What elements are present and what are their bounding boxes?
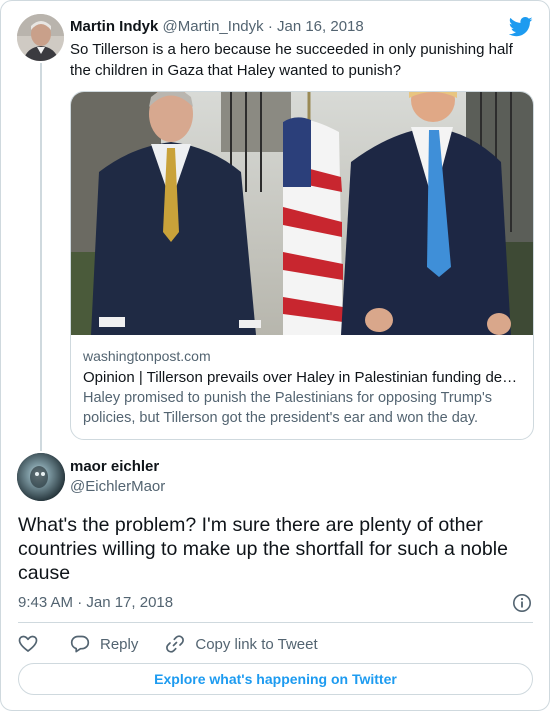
- link-description: Haley promised to punish the Palestinian…: [83, 390, 492, 426]
- thread-connector-line: [40, 63, 42, 451]
- link-title: Opinion | Tillerson prevails over Haley …: [83, 369, 518, 386]
- copy-link-label: Copy link to Tweet: [195, 635, 318, 653]
- divider: [18, 622, 533, 623]
- twitter-bird-icon[interactable]: [508, 17, 533, 37]
- author-name[interactable]: Martin Indyk: [70, 18, 158, 35]
- reply-timestamp[interactable]: 9:43 AM · Jan 17, 2018: [18, 594, 173, 611]
- reply-label: Reply: [100, 635, 139, 653]
- reply-author-name[interactable]: maor eichler: [70, 458, 159, 475]
- reply-author-handle[interactable]: @EichlerMaor: [70, 478, 165, 495]
- embedded-tweet-card: Martin Indyk @Martin_Indyk · Jan 16, 201…: [0, 0, 550, 711]
- tweet-text: So Tillerson is a hero because he succee…: [70, 41, 513, 79]
- reply-button[interactable]: Reply: [70, 634, 138, 654]
- dot-separator: ·: [267, 18, 273, 35]
- link-preview-image: [71, 92, 533, 336]
- reply-text: What's the problem? I'm sure there are p…: [18, 514, 508, 584]
- author-handle[interactable]: @Martin_Indyk: [163, 18, 264, 35]
- heart-icon: [18, 635, 38, 652]
- tweet-date[interactable]: Jan 16, 2018: [277, 18, 364, 35]
- link-preview-card[interactable]: washingtonpost.com Opinion | Tillerson p…: [70, 91, 534, 440]
- comment-icon: [70, 635, 90, 653]
- link-domain: washingtonpost.com: [83, 348, 211, 364]
- avatar-martin-indyk[interactable]: [17, 14, 64, 61]
- like-button[interactable]: [18, 634, 38, 654]
- action-bar: Reply Copy link to Tweet: [18, 633, 318, 655]
- avatar-maor-eichler[interactable]: [17, 453, 65, 501]
- link-icon: [166, 635, 185, 653]
- info-icon[interactable]: [512, 593, 532, 613]
- tweet-header: Martin Indyk @Martin_Indyk · Jan 16, 201…: [70, 18, 364, 35]
- copy-link-button[interactable]: Copy link to Tweet: [165, 634, 318, 654]
- explore-twitter-button[interactable]: Explore what's happening on Twitter: [18, 663, 533, 695]
